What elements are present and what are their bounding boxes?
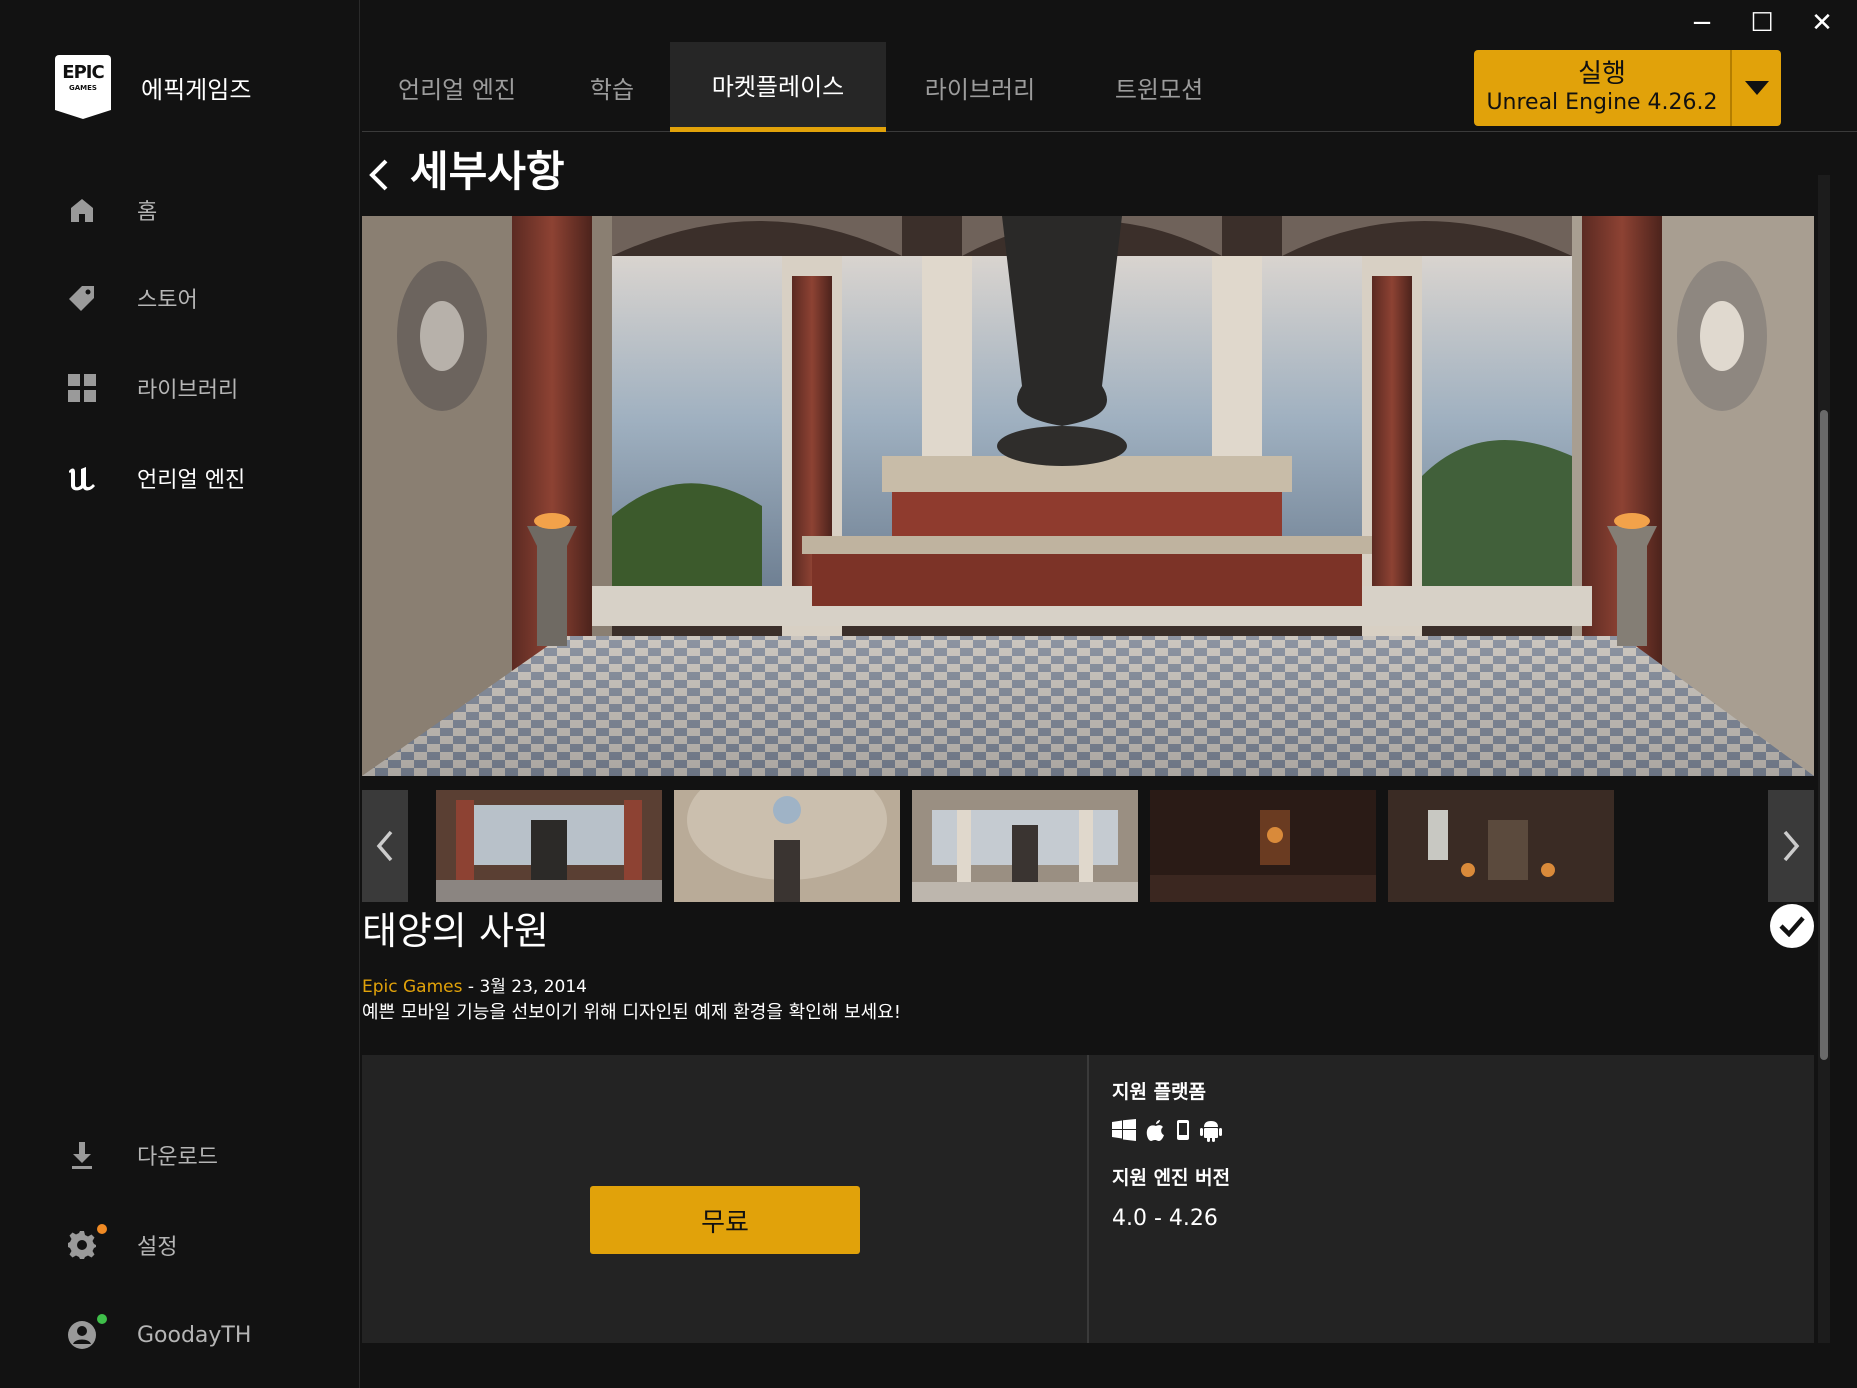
minimize-button[interactable]: − [1687,8,1717,38]
windows-icon [1112,1119,1136,1141]
chevron-left-icon [369,159,388,191]
online-status-dot [97,1314,107,1324]
grid-icon [65,371,99,405]
notification-dot [97,1224,107,1234]
gear-icon [65,1224,107,1262]
version-dropdown-button[interactable] [1732,50,1781,126]
close-button[interactable]: ✕ [1807,8,1837,38]
free-button[interactable]: 무료 [590,1186,860,1254]
window-controls: − ☐ ✕ [1687,8,1837,38]
hero-screenshot [362,216,1814,776]
thumbnail[interactable] [1150,790,1376,902]
sidebar-item-account[interactable]: GoodayTH [65,1314,252,1355]
android-icon [1200,1121,1222,1142]
sidebar: EPIC GAMES 에픽게임즈 홈 스토어 라이브러리 언리얼 엔진 다운로드 [0,0,360,1388]
tab-learn[interactable]: 학습 [552,42,672,132]
sidebar-item-label: 라이브러리 [137,378,239,403]
launch-button[interactable]: 실행 Unreal Engine 4.26.2 [1474,50,1732,126]
sidebar-item-label: 홈 [137,200,158,225]
engine-versions: 4.0 - 4.26 [1112,1206,1218,1231]
seller-link[interactable]: Epic Games [362,977,462,997]
sidebar-item-home[interactable]: 홈 [65,190,157,230]
owned-check-icon [1770,904,1814,948]
platform-icons [1112,1118,1222,1142]
sidebar-item-downloads[interactable]: 다운로드 [65,1135,218,1175]
asset-meta: Epic Games - 3월 23, 2014 [362,972,587,997]
epic-games-logo: EPIC GAMES [55,55,111,119]
sidebar-item-unreal-engine[interactable]: 언리얼 엔진 [65,458,245,498]
chevron-right-icon [1783,830,1800,862]
back-button[interactable] [364,155,394,195]
thumbnail[interactable] [912,790,1138,902]
tag-icon [65,281,99,315]
carousel-next-button[interactable] [1768,790,1814,902]
screenshot-carousel [362,790,1814,902]
engine-version: Unreal Engine 4.26.2 [1486,90,1718,115]
sidebar-item-settings[interactable]: 설정 [65,1224,178,1265]
brand-name: 에픽게임즈 [141,75,252,104]
tab-twinmotion[interactable]: 트윈모션 [1074,42,1244,132]
carousel-prev-button[interactable] [362,790,408,902]
tab-marketplace[interactable]: 마켓플레이스 [670,42,886,132]
unreal-icon [65,461,99,495]
thumbnail[interactable] [674,790,900,902]
asset-title: 태양의 사원 [362,909,549,953]
sidebar-item-store[interactable]: 스토어 [65,278,198,318]
maximize-button[interactable]: ☐ [1747,8,1777,38]
sidebar-item-label: 다운로드 [137,1145,218,1170]
thumbnail[interactable] [436,790,662,902]
engine-versions-heading: 지원 엔진 버전 [1112,1167,1231,1189]
sidebar-item-label: 언리얼 엔진 [137,468,246,493]
thumbnail[interactable] [1388,790,1614,902]
apple-icon [1146,1120,1164,1141]
chevron-down-icon [1744,81,1769,95]
release-date: 3월 23, 2014 [479,977,588,997]
sidebar-item-library[interactable]: 라이브러리 [65,368,238,408]
tab-unreal-engine[interactable]: 언리얼 엔진 [362,42,552,132]
asset-description: 예쁜 모바일 기능을 선보이기 위해 디자인된 예제 환경을 확인해 보세요! [362,1002,901,1023]
tab-library[interactable]: 라이브러리 [886,42,1074,132]
mobile-icon [1177,1120,1189,1140]
chevron-left-icon [376,830,393,862]
panel-divider [1087,1055,1089,1343]
meta-separator: - [462,977,480,997]
platforms-heading: 지원 플랫폼 [1112,1081,1207,1103]
sidebar-item-label: 설정 [137,1235,178,1260]
launch-label: 실행 [1578,59,1626,89]
sidebar-item-label: GoodayTH [137,1322,252,1348]
home-icon [65,193,99,227]
user-icon [65,1314,107,1352]
launch-button-group: 실행 Unreal Engine 4.26.2 [1474,50,1781,126]
brand[interactable]: EPIC GAMES 에픽게임즈 [55,55,251,119]
page-title: 세부사항 [410,147,565,196]
sidebar-item-label: 스토어 [137,288,198,313]
scrollbar-thumb[interactable] [1820,410,1828,1060]
download-icon [65,1138,99,1172]
